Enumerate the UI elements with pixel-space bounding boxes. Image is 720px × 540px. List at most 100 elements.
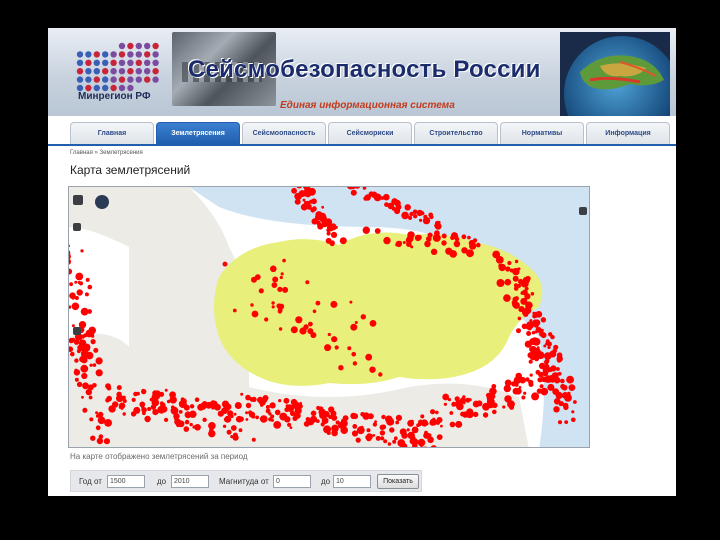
quake-marker[interactable] [561,384,568,391]
quake-marker[interactable] [532,337,538,343]
quake-marker[interactable] [516,328,521,334]
quake-marker[interactable] [465,397,471,403]
quake-marker[interactable] [338,421,345,429]
quake-marker[interactable] [362,226,370,234]
quake-marker[interactable] [151,393,160,401]
quake-marker[interactable] [310,208,316,213]
quake-marker[interactable] [549,350,557,358]
quake-marker[interactable] [505,266,511,272]
quake-marker[interactable] [427,232,433,238]
quake-marker[interactable] [294,194,299,199]
quake-marker[interactable] [350,412,357,420]
quake-marker[interactable] [208,429,216,438]
quake-marker[interactable] [189,422,193,427]
quake-marker[interactable] [240,392,244,396]
quake-marker[interactable] [373,193,382,202]
quake-marker[interactable] [92,363,97,367]
quake-marker[interactable] [430,248,438,255]
quake-marker[interactable] [283,397,290,404]
quake-marker[interactable] [472,238,478,243]
quake-marker[interactable] [295,316,303,324]
quake-marker[interactable] [234,402,242,409]
quake-marker[interactable] [303,421,310,427]
quake-marker[interactable] [509,404,515,410]
quake-marker[interactable] [555,400,559,404]
quake-marker[interactable] [435,410,439,415]
quake-marker[interactable] [546,341,552,347]
quake-marker[interactable] [378,372,383,377]
quake-marker[interactable] [285,404,294,412]
quake-marker[interactable] [69,282,73,287]
quake-marker[interactable] [350,189,357,196]
quake-marker[interactable] [453,240,461,248]
quake-marker[interactable] [395,414,402,421]
quake-marker[interactable] [556,367,560,371]
quake-marker[interactable] [517,267,521,271]
quake-marker[interactable] [395,240,402,248]
quake-marker[interactable] [410,245,414,249]
quake-marker[interactable] [523,391,527,395]
quake-marker[interactable] [540,387,549,396]
quake-marker[interactable] [89,417,94,422]
quake-marker[interactable] [210,400,217,407]
quake-marker[interactable] [321,205,325,209]
quake-marker[interactable] [416,209,423,217]
quake-marker[interactable] [395,420,400,425]
quake-marker[interactable] [130,411,137,417]
quake-marker[interactable] [87,284,93,290]
quake-marker[interactable] [318,406,324,412]
quake-marker[interactable] [222,261,228,267]
quake-marker[interactable] [315,300,321,306]
quake-marker[interactable] [352,361,358,366]
quake-marker[interactable] [278,327,283,331]
quake-marker[interactable] [279,275,283,280]
year-to-input[interactable] [171,475,209,488]
quake-marker[interactable] [282,258,286,263]
quake-marker[interactable] [310,332,317,339]
quake-marker[interactable] [504,278,512,286]
quake-marker[interactable] [368,191,374,197]
quake-marker[interactable] [315,419,320,423]
quake-marker[interactable] [96,437,104,445]
quake-marker[interactable] [81,395,84,399]
quake-marker[interactable] [249,397,253,401]
quake-marker[interactable] [420,414,425,419]
quake-marker[interactable] [265,405,270,409]
quake-marker[interactable] [166,399,171,404]
quake-marker[interactable] [441,240,447,246]
quake-marker[interactable] [486,397,495,406]
quake-marker[interactable] [529,373,533,377]
quake-marker[interactable] [76,349,81,354]
quake-marker[interactable] [381,424,387,430]
quake-marker[interactable] [540,332,547,339]
quake-marker[interactable] [222,424,227,428]
quake-marker[interactable] [93,347,99,353]
quake-marker[interactable] [449,250,458,258]
quake-marker[interactable] [105,383,111,389]
quake-marker[interactable] [81,372,88,380]
quake-marker[interactable] [112,401,119,408]
quake-marker[interactable] [277,286,283,292]
quake-marker[interactable] [225,403,232,410]
quake-marker[interactable] [315,211,323,219]
quake-marker[interactable] [230,425,237,431]
quake-marker[interactable] [297,403,303,409]
quake-marker[interactable] [74,296,79,300]
quake-marker[interactable] [498,263,506,272]
quake-marker[interactable] [523,281,529,287]
quake-marker[interactable] [429,214,434,220]
quake-marker[interactable] [74,358,79,363]
quake-marker[interactable] [77,281,81,284]
quake-marker[interactable] [82,407,88,413]
quake-marker[interactable] [399,428,407,436]
quake-marker[interactable] [312,309,317,314]
quake-marker[interactable] [141,407,147,413]
tab-earthquakes[interactable]: Землетрясения [156,122,240,144]
quake-marker[interactable] [305,417,311,422]
quake-marker[interactable] [269,402,276,409]
quake-marker[interactable] [164,417,169,422]
quake-marker[interactable] [451,401,457,407]
quake-marker[interactable] [76,289,83,296]
quake-marker[interactable] [308,321,313,327]
tab-home[interactable]: Главная [70,122,154,144]
